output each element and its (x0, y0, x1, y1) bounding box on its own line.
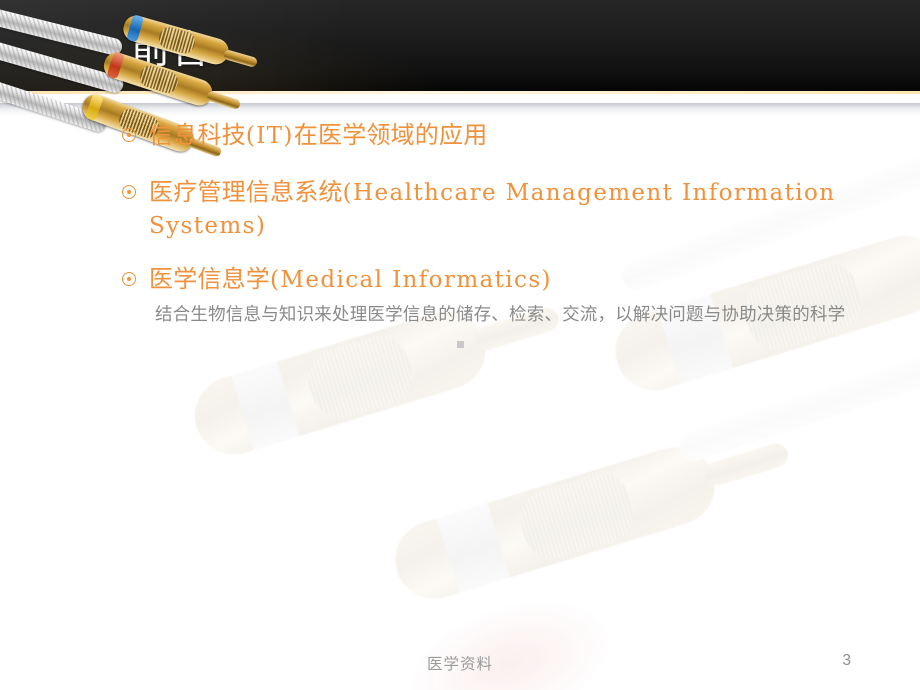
bullet-2-text: 医疗管理信息系统(Healthcare Management Informati… (149, 176, 880, 242)
bullet-item-2: 医疗管理信息系统(Healthcare Management Informati… (122, 176, 880, 242)
ring-dot-bullet-icon (122, 272, 136, 286)
ring-dot-bullet-icon (122, 185, 136, 199)
stray-dot-artifact (457, 341, 464, 348)
bullet-1-cjk-tail: 在医学领域的应用 (293, 121, 488, 149)
bullet-3-subtext: 结合生物信息与知识来处理医学信息的储存、检索、交流，以解决问题与协助决策的科学 (155, 305, 846, 325)
slide: 前言 信息科技(IT)在医学领域的应用 医疗管理信息系统(Healthcare … (0, 0, 920, 690)
page-number: 3 (842, 652, 851, 669)
footer-watermark-text: 医学资料 (426, 655, 493, 673)
bullet-3-latin: (Medical Informatics) (270, 267, 552, 293)
bullet-item-1: 信息科技(IT)在医学领域的应用 (122, 119, 880, 152)
bullet-3-cjk: 医学信息学 (149, 265, 270, 293)
bullet-2-cjk: 医疗管理信息系统 (149, 178, 343, 206)
bullet-1-latin: (IT) (245, 123, 294, 149)
footer: 医学资料 3 (0, 644, 920, 690)
slide-body: 信息科技(IT)在医学领域的应用 医疗管理信息系统(Healthcare Man… (0, 104, 920, 624)
page-title: 前言 (131, 28, 212, 73)
gold-divider-highlight (0, 91, 920, 94)
bullet-3-text: 医学信息学(Medical Informatics) (149, 263, 552, 296)
bullet-1-text: 信息科技(IT)在医学领域的应用 (149, 119, 487, 152)
ring-dot-bullet-icon (122, 128, 136, 142)
bullet-1-cjk: 信息科技 (149, 121, 246, 149)
bullet-item-3: 医学信息学(Medical Informatics) (122, 263, 880, 296)
